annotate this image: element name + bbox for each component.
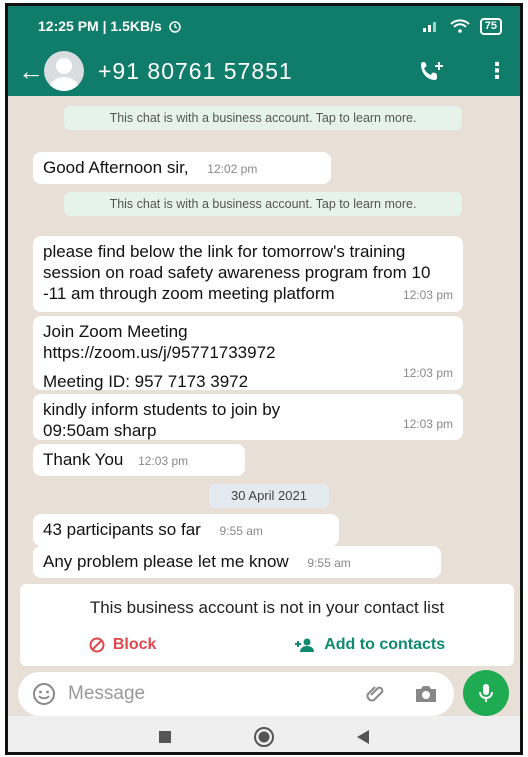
message-text: Meeting ID: 957 7173 3972 [43,372,249,391]
zoom-link[interactable]: https://zoom.us/j/95771733972 [43,342,453,363]
date-chip: 30 April 2021 [209,484,329,508]
chat-area: This chat is with a business account. Ta… [8,96,520,578]
contact-name[interactable]: +91 80761 57851 [98,58,293,85]
message-text: 43 participants so far [43,520,201,539]
block-label: Block [112,636,157,653]
chat-header: ← +91 80761 57851 ⋮ [8,46,520,96]
message-text: Join Zoom Meeting [43,322,188,341]
message-text: Thank You [43,450,124,469]
phone-screen: 12:25 PM | 1.5KB/s 75 ← +91 80761 57851 … [5,3,523,755]
camera-icon[interactable] [414,683,438,705]
avatar[interactable] [44,51,84,91]
add-to-contacts-label: Add to contacts [324,636,446,653]
home-icon[interactable] [253,726,275,748]
message-time: 12:03 pm [402,288,453,302]
message-time: 12:03 pm [138,454,189,468]
message-text: please find below the link for tomorrow'… [43,242,431,303]
banner-note: This business account is not in your con… [89,598,445,617]
back-arrow-icon[interactable]: ← [18,56,44,87]
message-time: 12:02 pm [207,162,258,176]
message-input[interactable] [68,683,328,705]
battery-icon: 75 [479,17,502,35]
message-bubble: please find below the link for tomorrow'… [33,236,463,312]
message-time: 12:03 pm [402,417,453,431]
status-time: 12:25 PM | 1.5KB/s [38,18,162,34]
voice-message-button[interactable] [463,670,509,716]
add-contact-icon [295,638,315,652]
message-time: 12:03 pm [402,366,453,380]
more-options-icon[interactable]: ⋮ [486,58,508,84]
message-time: 9:55 am [219,524,263,538]
signal-icon [422,22,436,32]
block-button[interactable]: Block [89,636,157,654]
add-to-contacts-button[interactable]: Add to contacts [294,636,445,654]
message-bubble: kindly inform students to join by 09:50a… [33,394,463,440]
emoji-icon[interactable] [32,682,56,706]
message-text: Good Afternoon sir, [43,158,189,177]
message-text: Any problem please let me know [43,552,289,571]
message-bubble: 43 participants so far 9:55 am [33,514,339,546]
add-call-icon[interactable] [420,60,446,82]
block-icon [89,637,105,653]
alarm-icon [169,21,181,33]
message-bubble: Good Afternoon sir, 12:02 pm [33,152,331,184]
status-bar: 12:25 PM | 1.5KB/s 75 [8,6,520,46]
message-time: 9:55 am [307,556,351,570]
business-notice[interactable]: This chat is with a business account. Ta… [64,106,462,130]
message-bubble: Any problem please let me know 9:55 am [33,546,441,578]
attach-icon[interactable] [364,682,388,706]
message-text: kindly inform students to join by 09:50a… [43,400,281,440]
back-icon[interactable] [356,729,370,745]
business-banner: This business account is not in your con… [20,584,514,666]
microphone-icon [479,684,493,702]
wifi-icon [450,19,470,33]
message-bubble: Thank You 12:03 pm [33,444,245,476]
message-input-bar [18,672,454,716]
system-nav-bar [8,716,520,752]
business-notice[interactable]: This chat is with a business account. Ta… [64,192,462,216]
message-bubble: Join Zoom Meeting https://zoom.us/j/9577… [33,316,463,391]
recents-icon[interactable] [158,730,172,744]
